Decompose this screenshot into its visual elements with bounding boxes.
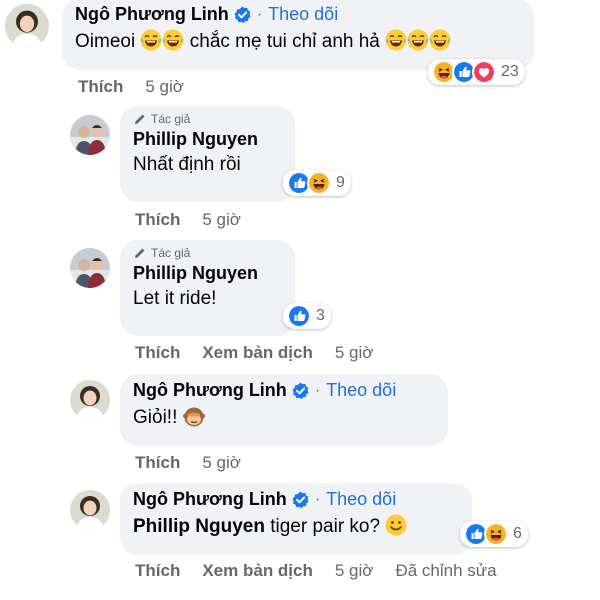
comment-actions: Thích 5 giờ [135,210,241,230]
avatar[interactable] [70,115,110,155]
monkey-emoji-icon [182,406,205,427]
comment-bubble: Tác giả Phillip Nguyen Let it ride! [120,240,295,336]
commenter-name[interactable]: Phillip Nguyen [133,129,282,150]
comment-bubble: Ngô Phương Linh · Theo dõi Phillip Nguye… [120,483,472,555]
like-link[interactable]: Thích [78,77,123,97]
commenter-name[interactable]: Phillip Nguyen [133,263,282,284]
timestamp[interactable]: 5 giờ [202,210,241,230]
author-tag: Tác giả [133,246,282,260]
haha-reaction-icon [307,171,331,195]
like-link[interactable]: Thích [135,561,180,581]
reaction-count: 6 [513,525,522,542]
verified-badge-icon [233,6,251,23]
comment-text: Oimeoi chắc mẹ tui chỉ anh hả [75,29,521,53]
separator-dot: · [256,5,263,23]
verified-badge-icon [291,382,309,399]
comment-text-part-1: Oimeoi [75,31,136,52]
comment-text-part-1: tiger pair ko? [270,516,381,537]
pencil-icon [135,114,145,124]
follow-link[interactable]: Theo dõi [326,380,396,401]
edited-label[interactable]: Đã chỉnh sửa [395,561,496,581]
like-link[interactable]: Thích [135,210,180,230]
laughing-emoji-icon [140,29,163,51]
avatar[interactable] [70,380,110,420]
avatar[interactable] [5,4,49,48]
comment-actions: Thích 5 giờ [135,453,241,473]
comment-text: Let it ride! [133,288,217,309]
comment-text: Phillip Nguyen tiger pair ko? [133,514,459,538]
commenter-name[interactable]: Ngô Phương Linh [75,4,229,25]
commenter-name[interactable]: Ngô Phương Linh [133,489,287,510]
author-tag-label: Tác giả [151,246,191,260]
like-link[interactable]: Thích [135,453,180,473]
follow-link[interactable]: Theo dõi [268,4,338,25]
separator-dot: · [314,490,321,508]
timestamp[interactable]: 5 giờ [202,453,241,473]
laughing-emoji-icon [385,29,408,51]
love-reaction-icon [472,60,496,84]
reaction-summary[interactable]: 9 [283,170,351,196]
laughing-emoji-icon [162,29,185,51]
see-translation-link[interactable]: Xem bản dịch [202,343,313,363]
author-tag-label: Tác giả [151,112,191,126]
timestamp[interactable]: 5 giờ [335,561,374,581]
reaction-summary[interactable]: 23 [428,59,525,85]
timestamp[interactable]: 5 giờ [145,77,184,97]
haha-reaction-icon [484,522,508,546]
comment-actions: Thích 5 giờ [78,77,184,97]
commenter-name[interactable]: Ngô Phương Linh [133,380,287,401]
smile-emoji-icon [385,514,408,536]
separator-dot: · [314,381,321,399]
comment-actions: Thích Xem bản dịch 5 giờ [135,343,373,363]
follow-link[interactable]: Theo dõi [326,489,396,510]
comment-text-part-1: Giỏi!! [133,407,178,428]
reaction-summary[interactable]: 6 [460,521,528,547]
comment-text-part-2: chắc mẹ tui chỉ anh hả [189,31,380,52]
reaction-summary[interactable]: 3 [283,303,331,329]
pencil-icon [135,248,145,258]
comment-actions: Thích Xem bản dịch 5 giờ Đã chỉnh sửa [135,561,497,581]
timestamp[interactable]: 5 giờ [335,343,374,363]
comment-bubble: Tác giả Phillip Nguyen Nhất định rồi [120,106,295,202]
like-link[interactable]: Thích [135,343,180,363]
like-reaction-icon [287,304,311,328]
laughing-emoji-icon [407,29,430,51]
reaction-count: 3 [316,307,325,324]
avatar[interactable] [70,248,110,288]
mention-link[interactable]: Phillip Nguyen [133,516,265,537]
see-translation-link[interactable]: Xem bản dịch [202,561,313,581]
reaction-count: 9 [336,174,345,191]
author-tag: Tác giả [133,112,282,126]
laughing-emoji-icon [429,29,452,51]
verified-badge-icon [291,491,309,508]
avatar[interactable] [70,490,110,530]
comment-text: Giỏi!! [133,405,435,429]
comment-bubble: Ngô Phương Linh · Theo dõi Giỏi!! [120,374,448,446]
reaction-count: 23 [501,63,519,80]
comment-text: Nhất định rồi [133,154,241,175]
